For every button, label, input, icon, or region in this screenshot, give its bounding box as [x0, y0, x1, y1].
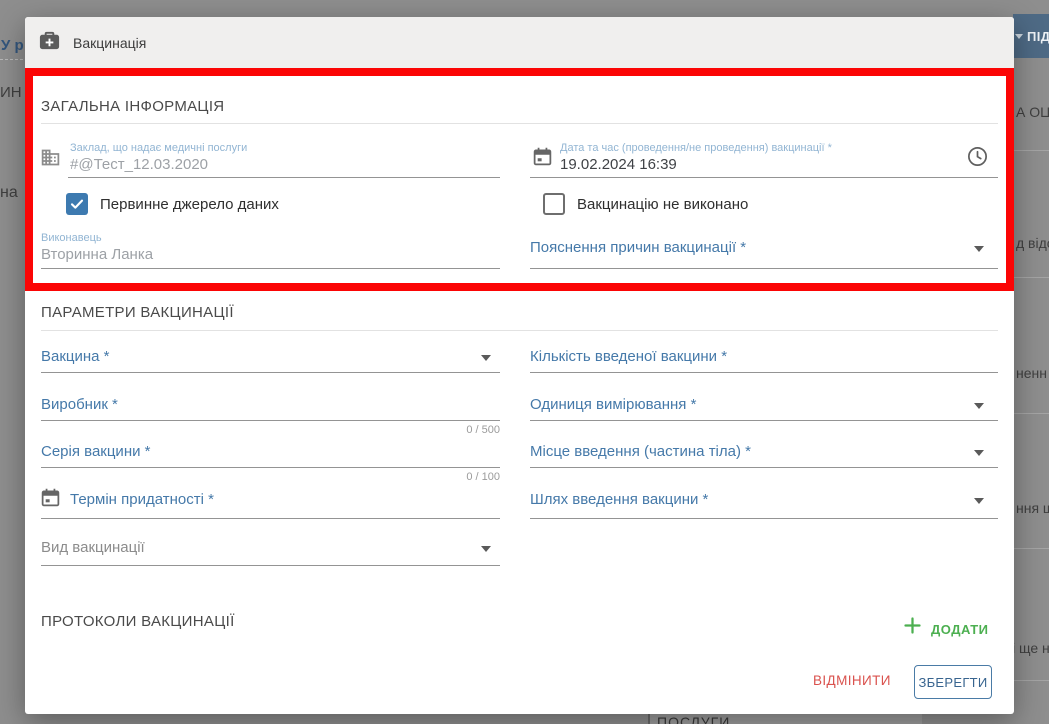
chevron-down-icon[interactable] [481, 546, 491, 552]
background-row-divider [1014, 150, 1049, 151]
field-underline [41, 518, 500, 519]
plus-icon [902, 615, 923, 641]
unit-select[interactable]: Одиниця вимірювання * [530, 396, 696, 413]
manufacturer-input[interactable]: Виробник * [41, 396, 118, 413]
background-text-fragment: ння ш [1016, 500, 1049, 516]
vaccination-dialog: Вакцинація ЗАГАЛЬНА ІНФОРМАЦІЯ Заклад, щ… [25, 17, 1014, 714]
field-underline [530, 518, 998, 519]
performer-field-value[interactable]: Вторинна Ланка [41, 246, 153, 263]
medical-bag-icon [38, 29, 61, 57]
site-select[interactable]: Місце введення (частина тіла) * [530, 443, 751, 460]
field-underline [41, 372, 500, 373]
expiry-date-input[interactable]: Термін придатності * [70, 491, 214, 508]
vaccine-select[interactable]: Вакцина * [41, 348, 110, 365]
calendar-icon [532, 146, 553, 172]
section-heading-general: ЗАГАЛЬНА ІНФОРМАЦІЯ [41, 98, 224, 115]
chevron-down-icon [1015, 34, 1023, 39]
sign-button-label: ПІД [1027, 29, 1049, 44]
chevron-down-icon[interactable] [974, 450, 984, 456]
add-protocol-button[interactable]: ДОДАТИ [902, 615, 989, 641]
clock-icon[interactable] [966, 145, 989, 173]
dialog-title: Вакцинація [73, 35, 146, 51]
background-text-fragment: У р [1, 37, 24, 54]
background-text-fragment: ненн [1016, 365, 1047, 381]
chevron-down-icon[interactable] [974, 403, 984, 409]
chevron-down-icon[interactable] [974, 246, 984, 252]
calendar-icon [40, 487, 61, 513]
field-underline [530, 420, 998, 421]
route-select[interactable]: Шлях введення вакцини * [530, 491, 708, 508]
building-icon [40, 147, 61, 173]
section-divider [41, 330, 998, 331]
field-underline [530, 268, 998, 269]
series-char-counter: 0 / 100 [41, 471, 500, 483]
background-text-fragment: і ще н [1012, 640, 1049, 656]
section-heading-protocols: ПРОТОКОЛИ ВАКЦИНАЦІЇ [41, 613, 235, 630]
sign-button-partial: ПІД [1013, 14, 1049, 58]
save-button-label: ЗБЕРЕГТИ [918, 675, 987, 690]
background-text-fragment: ПОСЛУГИ [657, 714, 730, 724]
chevron-down-icon[interactable] [974, 498, 984, 504]
field-underline [41, 268, 500, 269]
save-button[interactable]: ЗБЕРЕГТИ [914, 665, 992, 699]
facility-field-value[interactable]: #@Тест_12.03.2020 [70, 156, 208, 173]
field-underline [530, 177, 998, 178]
chevron-down-icon[interactable] [481, 355, 491, 361]
field-underline [41, 467, 500, 468]
manufacturer-char-counter: 0 / 500 [41, 424, 500, 436]
background-row-divider [1014, 680, 1049, 681]
dialog-header: Вакцинація [25, 17, 1014, 68]
performer-field-label: Виконавець [41, 232, 102, 244]
amount-input[interactable]: Кількість введеної вакцини * [530, 348, 727, 365]
cancel-button[interactable]: ВІДМІНИТИ [813, 673, 891, 688]
series-input[interactable]: Серія вакцини * [41, 443, 150, 460]
background-row-divider [1014, 548, 1049, 549]
background-text-fragment: А ОЦ [1016, 104, 1049, 120]
kind-select[interactable]: Вид вакцинації [41, 539, 145, 556]
field-underline [41, 565, 500, 566]
field-underline [41, 420, 500, 421]
section-heading-parameters: ПАРАМЕТРИ ВАКЦИНАЦІЇ [41, 304, 234, 321]
datetime-field-value[interactable]: 19.02.2024 16:39 [560, 156, 677, 173]
datetime-field-label: Дата та час (проведення/не проведення) в… [560, 142, 832, 154]
field-underline [530, 467, 998, 468]
section-divider [41, 123, 998, 124]
not-performed-checkbox[interactable] [543, 193, 565, 215]
background-text-fragment: на [0, 184, 18, 202]
not-performed-checkbox-label[interactable]: Вакцинацію не виконано [577, 196, 748, 213]
add-protocol-button-label: ДОДАТИ [931, 620, 989, 637]
background-row-divider [1014, 413, 1049, 414]
background-text-fragment: ИН [0, 84, 22, 101]
reason-select[interactable]: Пояснення причин вакцинації * [530, 239, 746, 256]
primary-source-checkbox-label[interactable]: Первинне джерело даних [100, 196, 279, 213]
background-dashed-line [0, 59, 23, 60]
background-row-divider [1014, 277, 1049, 278]
background-text-fragment: д відо [1016, 235, 1049, 251]
field-underline [530, 372, 998, 373]
facility-field-label: Заклад, що надає медичні послуги [70, 142, 247, 154]
field-underline [68, 177, 500, 178]
primary-source-checkbox[interactable] [66, 193, 88, 215]
